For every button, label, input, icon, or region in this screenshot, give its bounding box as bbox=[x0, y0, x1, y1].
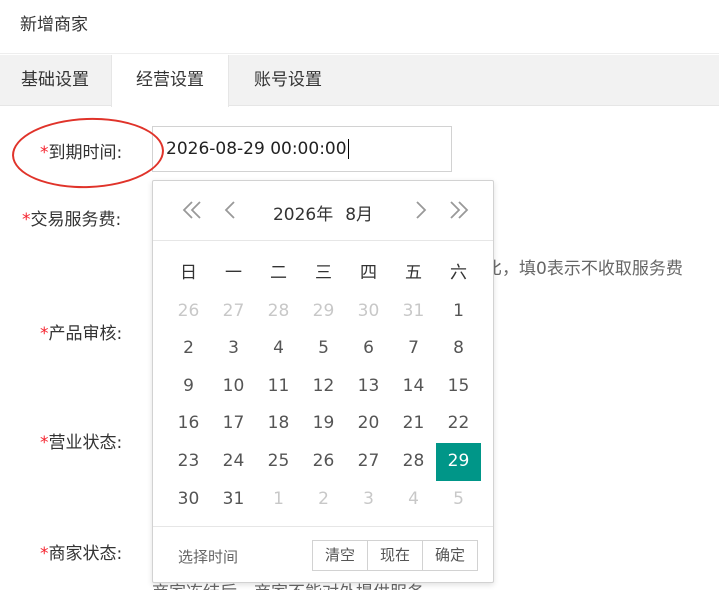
required-mark: * bbox=[40, 143, 49, 163]
product-review-label: *产品审核: bbox=[40, 319, 122, 344]
business-status-label: *营业状态: bbox=[40, 428, 122, 453]
date-picker: 2026年 8月 日一二三四五六 26 27 28 29 30 31 1 2 3 4 5 6 7 8 9 10 11… bbox=[152, 180, 494, 583]
calendar-week-row: 30 31 1 2 3 4 5 bbox=[166, 481, 481, 519]
day-cell[interactable]: 28 bbox=[256, 293, 301, 331]
expire-time-label-text: 到期时间: bbox=[48, 143, 123, 163]
service-fee-hint: 比，填0表示不收取服务费 bbox=[485, 259, 683, 279]
day-cell[interactable]: 10 bbox=[211, 368, 256, 406]
expire-time-value: 2026-08-29 00:00:00 bbox=[166, 139, 347, 159]
business-status-label-text: 营业状态: bbox=[48, 433, 123, 453]
day-cell[interactable]: 12 bbox=[301, 368, 346, 406]
weekday-label: 四 bbox=[360, 263, 377, 283]
required-mark: * bbox=[40, 433, 49, 453]
product-review-label-text: 产品审核: bbox=[48, 324, 123, 344]
day-cell[interactable]: 20 bbox=[346, 405, 391, 443]
day-cell[interactable]: 22 bbox=[436, 405, 481, 443]
service-fee-label: *交易服务费: bbox=[22, 205, 121, 230]
weekday-label: 二 bbox=[270, 263, 287, 283]
day-cell[interactable]: 16 bbox=[166, 405, 211, 443]
weekday-header-row: 日一二三四五六 bbox=[166, 255, 481, 293]
tab-bar: 基础设置 经营设置 账号设置 bbox=[0, 55, 719, 107]
select-time-button[interactable]: 选择时间 bbox=[178, 546, 238, 567]
required-mark: * bbox=[40, 324, 49, 344]
weekday-label: 三 bbox=[315, 263, 332, 283]
footer-button-group: 清空 现在 确定 bbox=[312, 540, 479, 571]
day-cell[interactable]: 9 bbox=[166, 368, 211, 406]
merchant-status-label-text: 商家状态: bbox=[48, 544, 123, 564]
day-cell[interactable]: 24 bbox=[211, 443, 256, 481]
day-cell[interactable]: 14 bbox=[391, 368, 436, 406]
text-caret bbox=[347, 139, 349, 159]
day-cell[interactable]: 18 bbox=[256, 405, 301, 443]
day-cell[interactable]: 2 bbox=[301, 481, 346, 519]
day-cell[interactable]: 4 bbox=[256, 330, 301, 368]
day-cell[interactable]: 2 bbox=[166, 330, 211, 368]
day-cell[interactable]: 11 bbox=[256, 368, 301, 406]
page-title: 新增商家 bbox=[20, 15, 88, 35]
confirm-button[interactable]: 确定 bbox=[422, 540, 479, 571]
service-fee-label-text: 交易服务费: bbox=[30, 210, 122, 230]
required-mark: * bbox=[22, 210, 31, 230]
expire-time-input[interactable]: 2026-08-29 00:00:00 bbox=[152, 126, 452, 172]
day-cell[interactable]: 26 bbox=[166, 293, 211, 331]
day-cell[interactable]: 3 bbox=[346, 481, 391, 519]
calendar-week-row: 23 24 25 26 27 28 29 bbox=[166, 442, 481, 481]
day-cell[interactable]: 28 bbox=[391, 443, 436, 481]
chevron-right-icon[interactable] bbox=[413, 197, 429, 225]
day-cell[interactable]: 26 bbox=[301, 443, 346, 481]
day-cell[interactable]: 25 bbox=[256, 443, 301, 481]
double-chevron-right-icon[interactable] bbox=[446, 197, 472, 225]
weekday-label: 日 bbox=[180, 263, 197, 283]
expire-time-label: *到期时间: bbox=[40, 138, 122, 163]
day-cell[interactable]: 27 bbox=[211, 293, 256, 331]
month-label[interactable]: 8月 bbox=[345, 200, 373, 225]
day-cell[interactable]: 19 bbox=[301, 405, 346, 443]
tab-account-settings[interactable]: 账号设置 bbox=[229, 55, 347, 106]
merchant-status-label: *商家状态: bbox=[40, 539, 122, 564]
day-cell[interactable]: 13 bbox=[346, 368, 391, 406]
calendar-week-row: 26 27 28 29 30 31 1 bbox=[166, 293, 481, 331]
date-picker-footer: 选择时间 清空 现在 确定 bbox=[153, 526, 493, 582]
day-cell[interactable]: 5 bbox=[301, 330, 346, 368]
day-cell[interactable]: 1 bbox=[256, 481, 301, 519]
day-cell[interactable]: 1 bbox=[436, 293, 481, 331]
day-cell[interactable]: 30 bbox=[166, 481, 211, 519]
tab-basic-settings[interactable]: 基础设置 bbox=[0, 55, 110, 106]
year-label[interactable]: 2026年 bbox=[273, 200, 333, 225]
selected-day-cell[interactable]: 29 bbox=[436, 442, 481, 481]
weekday-label: 六 bbox=[450, 263, 467, 283]
day-cell[interactable]: 6 bbox=[346, 330, 391, 368]
day-cell[interactable]: 4 bbox=[391, 481, 436, 519]
day-cell[interactable]: 7 bbox=[391, 330, 436, 368]
day-cell[interactable]: 30 bbox=[346, 293, 391, 331]
day-cell[interactable]: 23 bbox=[166, 443, 211, 481]
day-cell[interactable]: 27 bbox=[346, 443, 391, 481]
day-cell[interactable]: 21 bbox=[391, 405, 436, 443]
required-mark: * bbox=[40, 544, 49, 564]
calendar-grid: 日一二三四五六 26 27 28 29 30 31 1 2 3 4 5 6 7 8 9 10 11 12 13 14 15… bbox=[166, 255, 481, 518]
day-cell[interactable]: 3 bbox=[211, 330, 256, 368]
day-cell[interactable]: 8 bbox=[436, 330, 481, 368]
tab-business-settings[interactable]: 经营设置 bbox=[111, 55, 229, 107]
weekday-label: 五 bbox=[405, 263, 422, 283]
weekday-label: 一 bbox=[225, 263, 242, 283]
now-button[interactable]: 现在 bbox=[367, 540, 424, 571]
day-cell[interactable]: 31 bbox=[391, 293, 436, 331]
day-cell[interactable]: 29 bbox=[301, 293, 346, 331]
clear-button[interactable]: 清空 bbox=[312, 540, 369, 571]
calendar-week-row: 9 10 11 12 13 14 15 bbox=[166, 368, 481, 406]
day-cell[interactable]: 5 bbox=[436, 481, 481, 519]
year-month-display: 2026年 8月 bbox=[153, 200, 493, 225]
day-cell[interactable]: 17 bbox=[211, 405, 256, 443]
calendar-week-row: 2345678 bbox=[166, 330, 481, 368]
day-cell[interactable]: 15 bbox=[436, 368, 481, 406]
calendar-week-row: 16 17 18 19 20 21 22 bbox=[166, 405, 481, 443]
date-picker-header: 2026年 8月 bbox=[153, 181, 493, 241]
page-header: 新增商家 bbox=[0, 0, 719, 54]
day-cell[interactable]: 31 bbox=[211, 481, 256, 519]
